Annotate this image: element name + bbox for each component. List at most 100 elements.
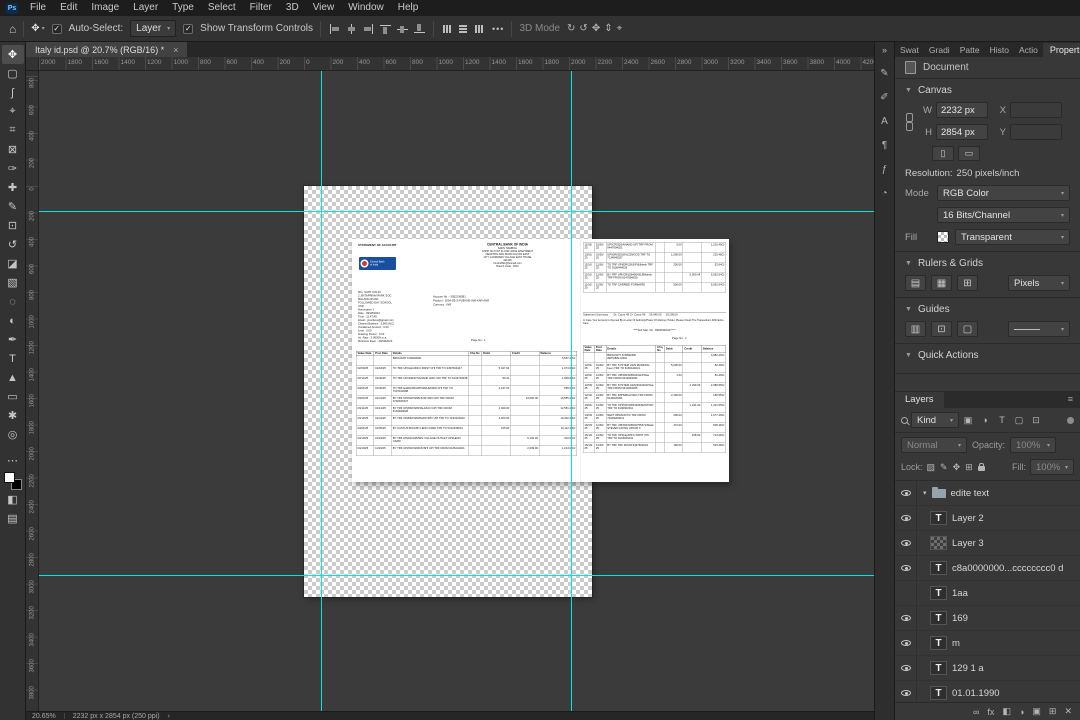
filter-pixel-layers-icon[interactable]: ▣ <box>962 415 974 426</box>
align-left-edges-icon[interactable] <box>328 23 341 35</box>
filter-type-layers-icon[interactable]: T <box>996 415 1008 425</box>
color-mode-dropdown[interactable]: RGB Color ▾ <box>937 185 1070 201</box>
panel-menu-icon[interactable]: ≡ <box>1068 391 1073 408</box>
visibility-cell[interactable] <box>895 606 917 630</box>
layer-effects-icon[interactable]: fx <box>987 707 994 717</box>
menu-select[interactable]: Select <box>201 0 243 16</box>
auto-select-dropdown[interactable]: Layer ▾ <box>130 20 177 37</box>
clear-guides-icon[interactable]: ▢ <box>957 321 978 337</box>
tab-layers[interactable]: Layers <box>895 392 944 408</box>
quick-mask-icon[interactable]: ◧ <box>2 490 24 509</box>
distribute-spacing-icon[interactable] <box>473 23 485 35</box>
filter-shape-layers-icon[interactable]: ▢ <box>1013 415 1025 426</box>
zoom-tool[interactable]: ◎ <box>2 425 24 444</box>
filter-adjustment-layers-icon[interactable]: ◑ <box>979 415 991 425</box>
rulers-grids-title[interactable]: ▼ Rulers & Grids <box>905 258 1070 269</box>
new-layer-icon[interactable]: ⊞ <box>1049 706 1057 717</box>
character-panel-icon[interactable]: A <box>881 116 888 127</box>
move-tool[interactable]: ✥ <box>1 45 24 64</box>
opacity-dropdown[interactable]: 100% ▾ <box>1010 437 1057 453</box>
visibility-cell[interactable] <box>895 681 917 702</box>
expand-arrow-icon[interactable]: ▾ <box>923 489 927 497</box>
x-field[interactable] <box>1010 102 1062 118</box>
layer-row[interactable]: Tc8a0000000...cccccccc0 d <box>895 556 1080 581</box>
layer-mask-icon[interactable]: ◧ <box>1002 706 1011 717</box>
foreground-background-swatches[interactable] <box>3 472 22 490</box>
menu-window[interactable]: Window <box>341 0 391 16</box>
pen-tool[interactable]: ✒ <box>2 330 24 349</box>
align-right-edges-icon[interactable] <box>362 23 375 35</box>
ruler-toggle-icon[interactable]: ▤ <box>905 275 926 291</box>
lock-transparency-icon[interactable]: ▨ <box>927 462 936 473</box>
eye-icon[interactable] <box>900 665 911 671</box>
lasso-tool[interactable]: ʃ <box>2 83 24 102</box>
lock-position-icon[interactable]: ✥ <box>953 462 961 473</box>
visibility-cell[interactable] <box>895 631 917 655</box>
quick-actions-title[interactable]: ▼ Quick Actions <box>905 350 1070 361</box>
vertical-ruler[interactable]: 800 600 400 200 0 200 400 600 800 1000 1200 1400 160… <box>26 71 39 711</box>
3d-pan-icon[interactable]: ✥ <box>592 23 600 34</box>
more-options-icon[interactable]: ••• <box>492 24 504 34</box>
filter-smart-objects-icon[interactable]: ⊡ <box>1030 415 1042 426</box>
portrait-orientation-icon[interactable]: ▯ <box>932 146 954 161</box>
fill-dropdown[interactable]: 100% ▾ <box>1030 459 1074 475</box>
visibility-cell[interactable] <box>895 531 917 555</box>
align-vertical-centers-icon[interactable] <box>396 23 409 35</box>
height-field[interactable]: 2854 px <box>936 124 988 140</box>
object-selection-tool[interactable]: ⌖ <box>2 102 24 121</box>
distribute-vertical-icon[interactable] <box>457 23 469 35</box>
eye-icon[interactable] <box>900 640 911 646</box>
lock-all-icon[interactable] <box>977 463 985 471</box>
frame-tool[interactable]: ⊠ <box>2 140 24 159</box>
3d-rotate-icon[interactable]: ↻ <box>567 23 575 34</box>
snap-toggle-icon[interactable]: ⊞ <box>957 275 978 291</box>
horizontal-guide[interactable] <box>39 575 874 576</box>
eyedropper-tool[interactable]: ✑ <box>2 159 24 178</box>
align-top-edges-icon[interactable] <box>379 23 392 35</box>
shape-tool[interactable]: ▭ <box>2 387 24 406</box>
layer-row[interactable]: T 169 <box>895 606 1080 631</box>
panel-tab-swat[interactable]: Swat <box>895 43 924 57</box>
eye-icon[interactable] <box>900 690 911 696</box>
layer-row[interactable]: T 01.01.1990 <box>895 681 1080 702</box>
grid-toggle-icon[interactable]: ▦ <box>931 275 952 291</box>
menu-filter[interactable]: Filter <box>243 0 279 16</box>
3d-slide-icon[interactable]: ⇕ <box>604 23 612 34</box>
link-layers-icon[interactable]: ∞ <box>973 707 979 717</box>
menu-view[interactable]: View <box>306 0 342 16</box>
hand-tool[interactable]: ✱ <box>2 406 24 425</box>
layer-row[interactable]: Tm <box>895 631 1080 656</box>
y-field[interactable] <box>1010 124 1062 140</box>
status-options-chevron-icon[interactable]: › <box>168 713 170 720</box>
menu-file[interactable]: File <box>23 0 53 16</box>
canvas-viewport[interactable]: STATEMENT OF ACCOUNT Central Bank of Indi… <box>39 71 874 711</box>
visibility-cell[interactable] <box>895 581 917 605</box>
expand-panels-icon[interactable]: » <box>882 45 887 55</box>
panel-tab-properties[interactable]: Properties <box>1042 43 1080 57</box>
panel-tab-histo[interactable]: Histo <box>985 43 1014 57</box>
bit-depth-dropdown[interactable]: 16 Bits/Channel ▾ <box>937 207 1070 223</box>
eye-icon[interactable] <box>900 565 911 571</box>
foreground-color-swatch[interactable] <box>3 472 15 483</box>
menu-edit[interactable]: Edit <box>53 0 84 16</box>
eye-icon[interactable] <box>900 515 911 521</box>
new-guide-layout-icon[interactable]: ▥ <box>905 321 926 337</box>
menu-image[interactable]: Image <box>84 0 126 16</box>
visibility-cell[interactable] <box>895 481 917 505</box>
vertical-guide[interactable] <box>321 71 322 711</box>
history-brush-tool[interactable]: ↺ <box>2 235 24 254</box>
3d-roll-icon[interactable]: ↺ <box>579 23 587 34</box>
guides-title[interactable]: ▼ Guides <box>905 304 1070 315</box>
lock-guides-icon[interactable]: ⊡ <box>931 321 952 337</box>
align-bottom-edges-icon[interactable] <box>413 23 426 35</box>
horizontal-ruler[interactable]: 2000 1800 1600 1400 1200 1000 800 600 400 200 0 200… <box>39 57 874 71</box>
layer-row[interactable]: T 1aa <box>895 581 1080 606</box>
show-transform-checkbox[interactable]: ✓ <box>183 23 194 34</box>
link-dimensions-icon[interactable] <box>905 112 913 131</box>
canvas-fill-dropdown[interactable]: Transparent ▾ <box>955 229 1070 245</box>
menu-3d[interactable]: 3D <box>279 0 306 16</box>
visibility-cell[interactable] <box>895 556 917 580</box>
filter-toggle-icon[interactable] <box>1067 416 1074 424</box>
units-dropdown[interactable]: Pixels ▾ <box>1008 275 1070 291</box>
delete-layer-icon[interactable]: ✕ <box>1064 706 1072 717</box>
